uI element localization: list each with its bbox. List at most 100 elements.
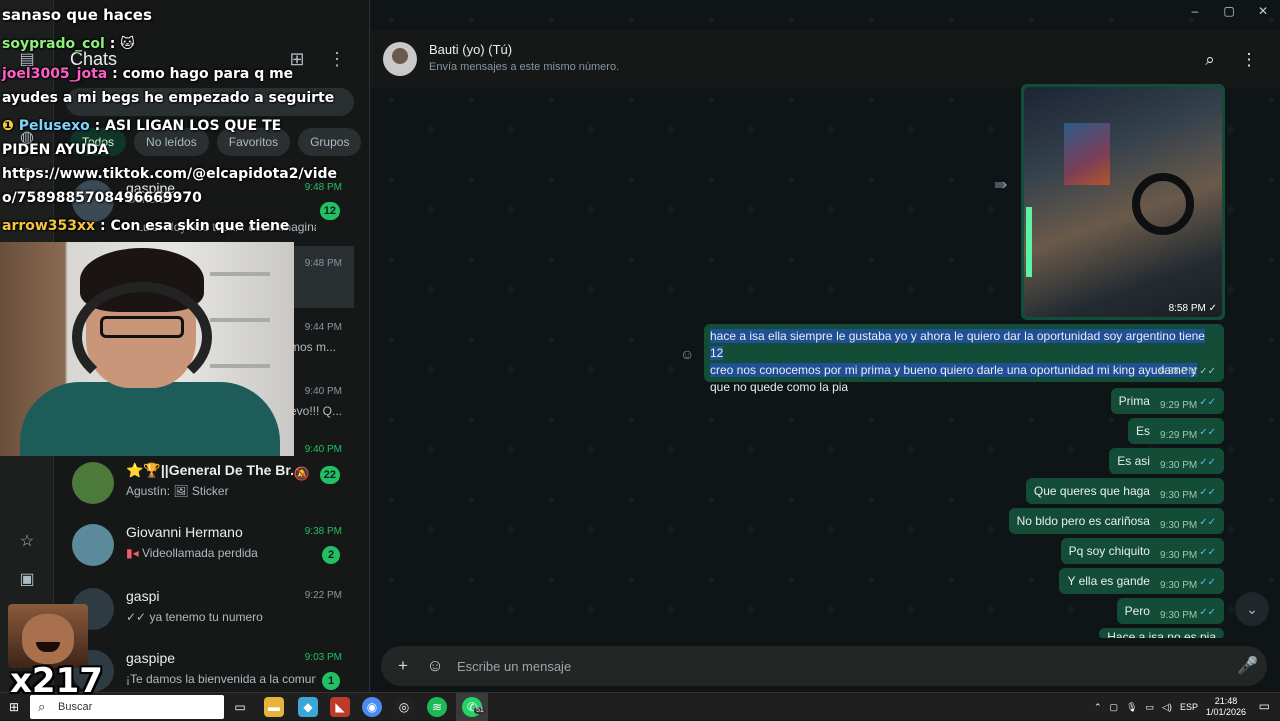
chat-preview: evo!!! Q... [290,404,343,418]
emote-face [22,614,74,664]
read-check-icon: ✓✓ [1199,607,1216,618]
overlay-chat-line: o/7589885708496669970 [2,190,202,206]
attach-plus-icon[interactable]: + [393,656,413,676]
conversation-header[interactable]: Bauti (yo) (Tú) Envía mensajes a este mi… [371,30,1280,88]
read-check-icon: ✓✓ [1199,487,1216,498]
sticker-icon[interactable]: ☺ [425,656,445,676]
read-check-icon: ✓✓ [1199,577,1216,588]
overlay-user: soyprado_col [2,36,105,52]
selected-text: hace a isa ella siempre le gustaba yo y … [710,329,1205,360]
unread-badge: 1 [322,672,340,690]
clock[interactable]: 21:48 1/01/2026 [1206,696,1246,718]
chat-name: ⭐🏆||General De The Br... [126,462,296,478]
message-bubble[interactable]: Y ella es gande 9:30 PM ✓✓ [1059,568,1224,594]
message-line: hace a isa ella siempre le gustaba yo y … [710,328,1218,362]
avatar [72,524,114,566]
obs-icon[interactable]: ◎ [394,697,414,717]
photo[interactable] [1024,87,1222,317]
spotify-icon[interactable]: ≋ [427,697,447,717]
whatsapp-window: – ▢ ✕ ▤ ◌ ◍ ⚇ ☆ ▣ Chats ⊞ ⋮ Todos No leí… [0,0,1280,698]
overlay-chat-line: PIDEN AYUDA [2,142,109,158]
minimize-button[interactable]: – [1178,0,1212,22]
network-icon[interactable]: ▭ [1146,702,1155,713]
message-time: 9:29 PM [1159,430,1198,441]
chat-item[interactable]: gaspi 9:22 PM ✓✓ ya tenemo tu numero [54,578,354,640]
long-message-bubble[interactable]: hace a isa ella siempre le gustaba yo y … [704,324,1224,394]
scroll-down-button[interactable]: ⌄ [1235,592,1269,626]
overlay-user: Pelusexo [18,118,90,134]
overlay-chat-line: soyprado_col : 🐱 [2,36,135,52]
app-icon[interactable]: ◣ [330,697,350,717]
starred-icon[interactable]: ☆ [17,532,37,552]
message-bubble[interactable]: Pero 9:30 PM ✓✓ [1116,598,1224,624]
chat-preview: ¡Te damos la bienvenida a la comun... [126,672,316,686]
chat-time: 9:03 PM [304,652,342,663]
language-indicator[interactable]: ESP [1180,702,1198,712]
tray-chevron-icon[interactable]: ⌃ [1094,702,1102,713]
forward-icon[interactable]: ⇛ [994,175,1007,195]
overlay-text: : 🐱 [109,36,135,52]
message-time: 9:28 PM ✓✓ [1159,363,1216,380]
message-bubble[interactable]: Pq soy chiquito 9:30 PM ✓✓ [1060,538,1224,564]
overlay-text: : ASI LIGAN LOS QUE TE [94,118,282,134]
react-emoji-icon[interactable]: ☺ [680,346,694,362]
read-check-icon: ✓✓ [1199,547,1216,558]
mic-icon[interactable]: 🎙 [1126,702,1137,713]
chat-time: 9:38 PM [304,526,342,537]
photo-led-strip [1026,207,1032,277]
chat-time: 9:22 PM [304,590,342,601]
message-text: Es [1135,424,1150,438]
webcam-shirt [20,382,280,456]
image-message[interactable]: 8:58 PM ✓ [1021,84,1225,320]
read-check-icon: ✓✓ [1199,397,1216,408]
volume-icon[interactable]: ◁) [1162,702,1172,713]
message-time: 9:30 PM [1159,460,1198,471]
message-time: 9:30 PM [1159,580,1198,591]
chat-preview: ▮◂ Videollamada perdida [126,546,316,560]
app-icon[interactable]: ◆ [298,697,318,717]
maximize-button[interactable]: ▢ [1212,0,1246,22]
task-view-icon[interactable]: ▭ [230,697,250,717]
unread-badge: 22 [319,466,340,484]
conversation-pane: Bauti (yo) (Tú) Envía mensajes a este mi… [371,0,1280,692]
filter-groups[interactable]: Grupos [298,128,362,156]
message-bubble[interactable]: Que queres que haga 9:30 PM ✓✓ [1025,478,1224,504]
message-text: Pero [1124,604,1150,618]
overlay-chat-line: ayudes a mi begs he empezado a seguirte [2,90,335,106]
message-time: 8:58 PM ✓ [1169,303,1217,314]
message-bubble[interactable]: Es 9:29 PM ✓✓ [1127,418,1224,444]
menu-icon[interactable]: ⋮ [1238,49,1260,71]
message-bubble[interactable]: Prima 9:29 PM ✓✓ [1110,388,1224,414]
chat-name: Giovanni Hermano [126,524,243,540]
unread-badge: 12 [319,202,340,220]
search-icon[interactable]: ⌕ [1199,49,1221,71]
message-line: creo nos conocemos por mi prima y bueno … [710,362,1218,379]
contact-avatar[interactable] [383,42,417,76]
menu-icon[interactable]: ⋮ [326,48,348,70]
message-text: Que queres que haga [1033,484,1150,498]
chrome-icon[interactable]: ◉ [362,697,382,717]
tray-app-icon[interactable]: ▢ [1110,702,1119,713]
message-time: 9:30 PM [1159,550,1198,561]
message-input[interactable] [457,656,1197,676]
system-tray: ⌃ ▢ 🎙 ▭ ◁) ESP 21:48 1/01/2026 [1094,693,1246,721]
overlay-title: sanaso que haces [2,6,152,24]
message-text: Y ella es gande [1067,574,1150,588]
message-bubble[interactable]: No bldo pero es cariñosa 9:30 PM ✓✓ [1008,508,1224,534]
microphone-icon[interactable]: 🎤 [1237,656,1258,676]
chat-item-group[interactable]: ⭐🏆||General De The Br... 🔕 Agustín: 🖼 St… [54,452,354,514]
close-button[interactable]: ✕ [1246,0,1280,22]
unread-badge: 2 [322,546,340,564]
chat-item[interactable]: Giovanni Hermano 9:38 PM ▮◂ Videollamada… [54,514,354,576]
message-text: Prima [1118,394,1150,408]
taskbar: ⊞ ⌕ Buscar ▭ ▬ ◆ ◣ ◉ ◎ ≋ ✆ 51 ⌃ ▢ 🎙 ▭ ◁) … [0,692,1280,721]
message-time: 9:29 PM [1159,400,1198,411]
message-time: 9:30 PM [1159,520,1198,531]
media-icon[interactable]: ▣ [17,570,37,590]
chat-name: gaspi [126,588,160,604]
read-check-icon: ✓✓ [1199,517,1216,528]
message-bubble[interactable]: Es asi 9:30 PM ✓✓ [1109,448,1224,474]
notification-icon[interactable]: ▭ [1259,699,1270,713]
overlay-text: : como hago para q me [112,66,294,82]
file-explorer-icon[interactable]: ▬ [264,697,284,717]
